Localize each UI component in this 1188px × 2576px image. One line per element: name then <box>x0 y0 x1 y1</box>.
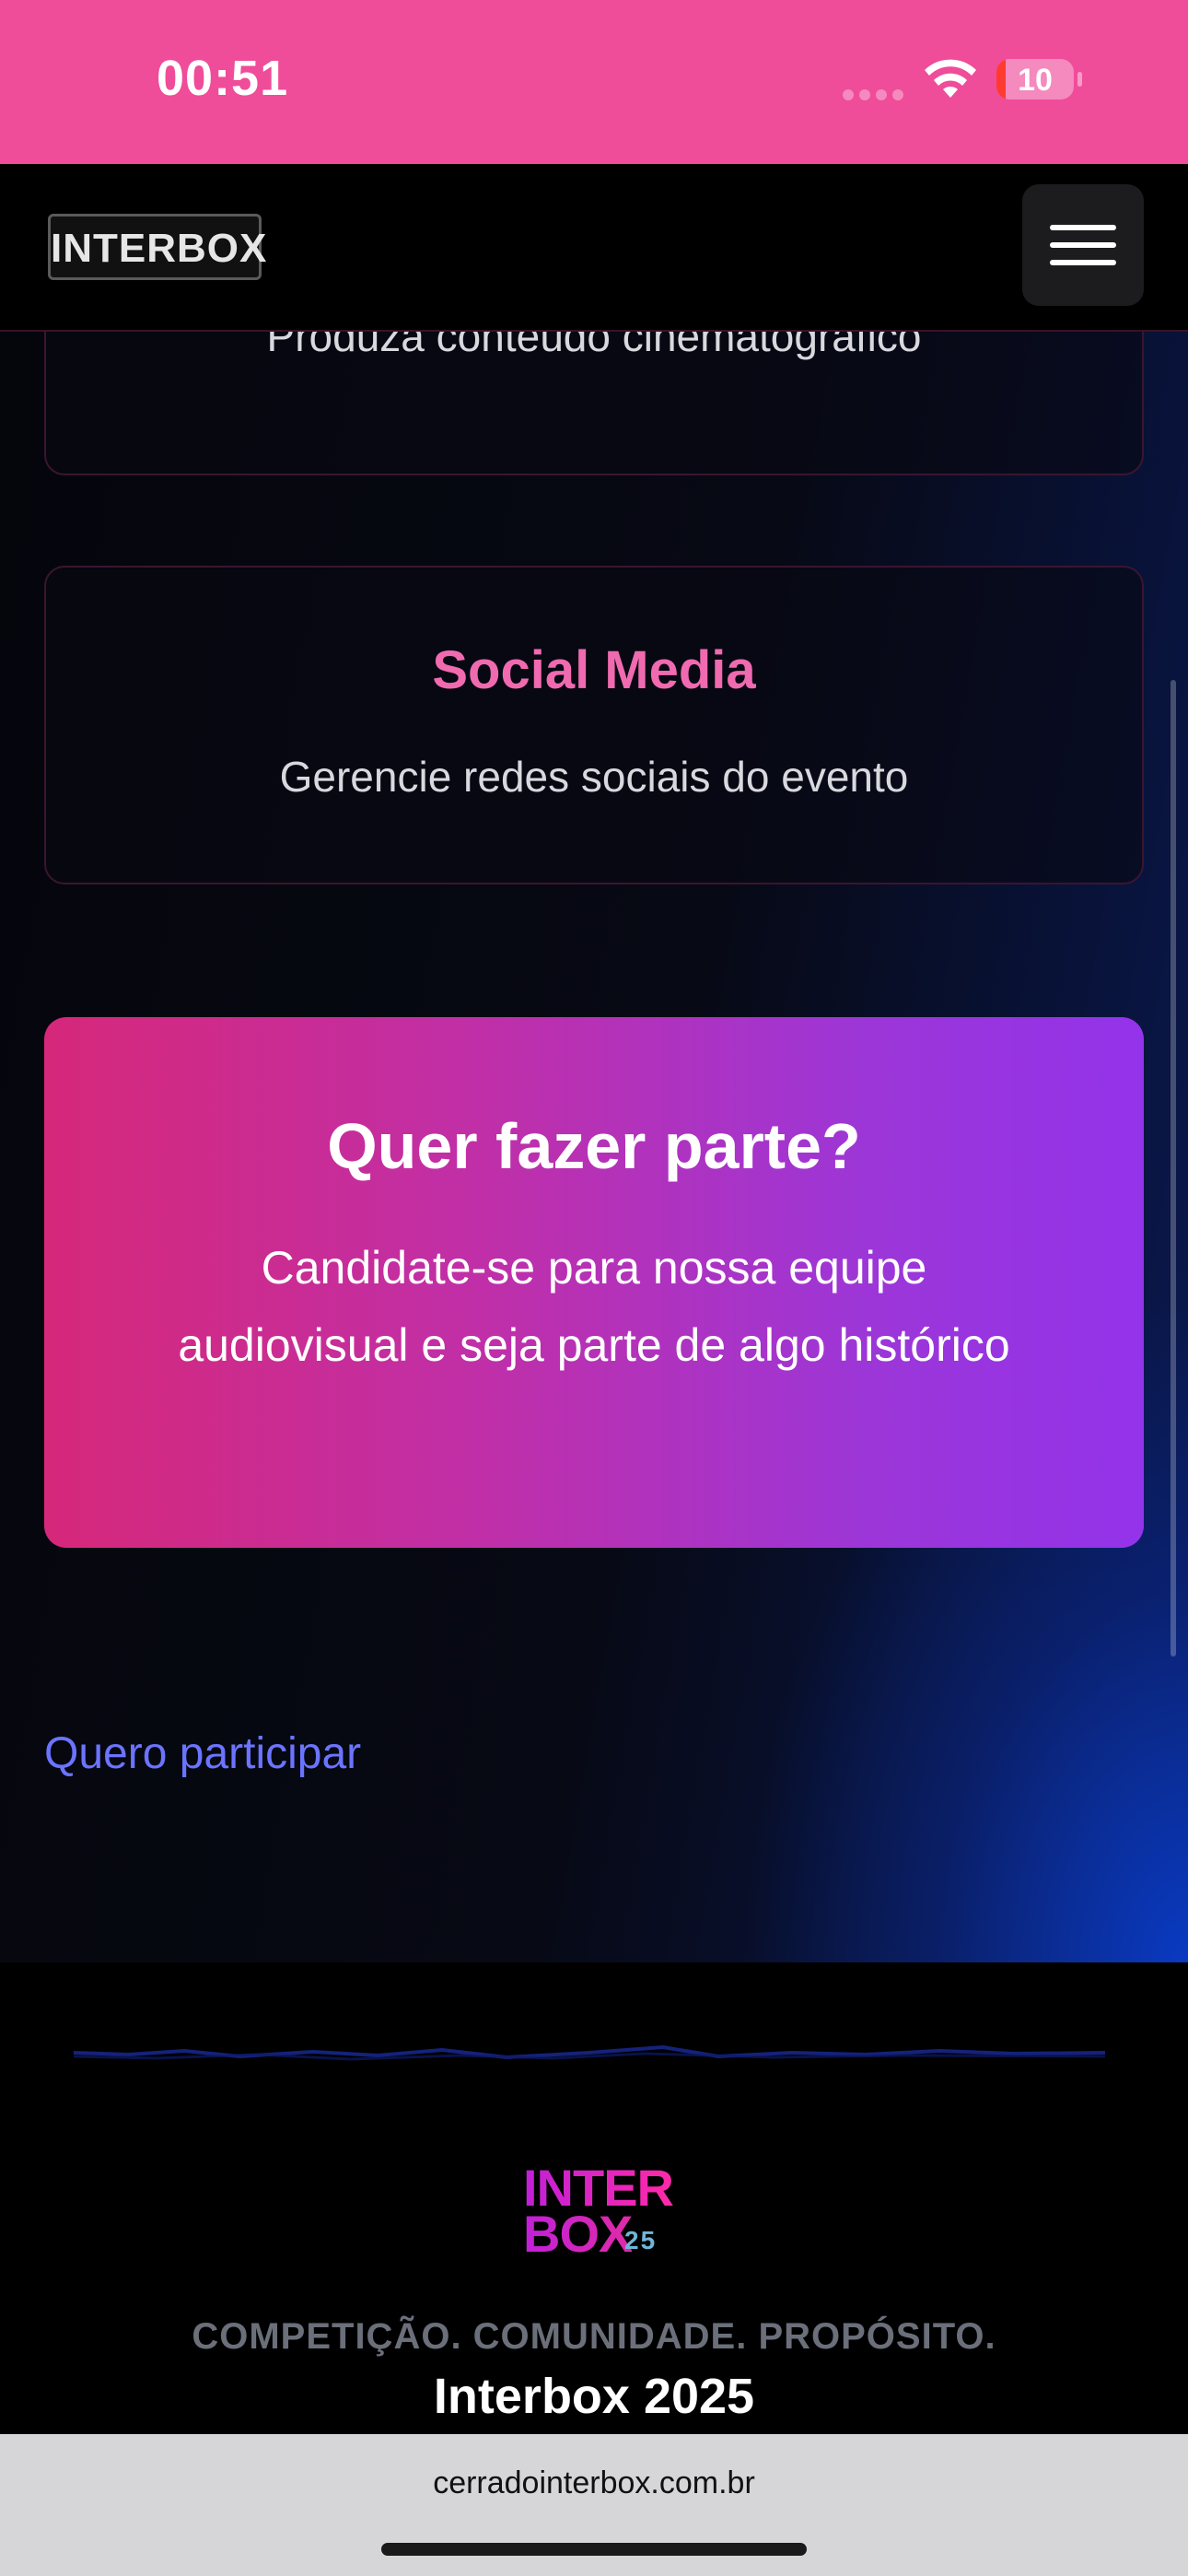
status-bar: 00:51 10 <box>0 0 1188 164</box>
hamburger-menu-button[interactable] <box>1022 184 1144 306</box>
logo-text: INTERBOX <box>51 226 268 271</box>
battery-level: 10 <box>1018 63 1053 98</box>
footer-logo-year: 25 <box>624 2226 658 2254</box>
site-footer: INTER BOX 25 COMPETIÇÃO. COMUNIDADE. PRO… <box>0 1962 1188 2434</box>
main-content: Produza conteúdo cinematográfico Social … <box>0 332 1188 1962</box>
participate-link[interactable]: Quero participar <box>44 1728 361 1779</box>
home-indicator[interactable] <box>381 2543 807 2556</box>
role-card-cinematography: Produza conteúdo cinematográfico <box>44 332 1144 475</box>
status-time: 00:51 <box>157 51 289 106</box>
page-scrollbar[interactable] <box>1171 680 1176 1657</box>
role-card-social-media: Social Media Gerencie redes sociais do e… <box>44 566 1144 884</box>
banner-title: Quer fazer parte? <box>327 1110 861 1182</box>
footer-tagline: COMPETIÇÃO. COMUNIDADE. PROPÓSITO. <box>192 2316 996 2357</box>
role-card-description: Gerencie redes sociais do evento <box>279 753 909 801</box>
site-logo[interactable]: INTERBOX <box>48 214 268 280</box>
decorative-glitch-line <box>74 2044 1105 2061</box>
site-header: INTERBOX <box>0 164 1188 332</box>
role-card-description: Produza conteúdo cinematográfico <box>266 332 922 360</box>
footer-logo-line2: BOX <box>523 2205 633 2263</box>
role-card-title: Social Media <box>432 640 756 700</box>
join-team-banner: Quer fazer parte? Candidate-se para noss… <box>44 1017 1144 1548</box>
cellular-signal-icon <box>843 88 909 105</box>
banner-description: Candidate-se para nossa equipe audiovisu… <box>178 1242 1010 1371</box>
url-text[interactable]: cerradointerbox.com.br <box>0 2465 1188 2501</box>
wifi-icon <box>925 59 976 98</box>
footer-title: Interbox 2025 <box>433 2369 755 2424</box>
battery-icon: 10 <box>996 59 1074 100</box>
browser-address-bar[interactable]: cerradointerbox.com.br <box>0 2434 1188 2576</box>
footer-logo: INTER BOX 25 <box>521 2158 674 2263</box>
